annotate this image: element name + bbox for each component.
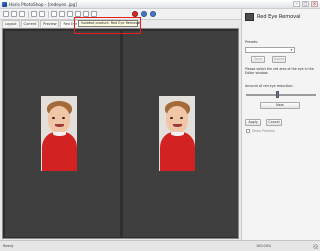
toolbar-separator — [48, 11, 49, 18]
color-icon[interactable] — [91, 11, 97, 17]
photo-face — [48, 106, 70, 133]
open-icon[interactable] — [3, 11, 9, 17]
photo-face — [166, 106, 188, 133]
photo-after — [159, 96, 195, 171]
help-icon[interactable] — [150, 11, 156, 17]
tab-current[interactable]: Current — [20, 20, 40, 27]
resize-grip-icon[interactable] — [313, 244, 318, 249]
after-pane[interactable] — [123, 31, 238, 237]
rotate-icon[interactable] — [75, 11, 81, 17]
minimize-button[interactable]: – — [293, 1, 300, 7]
presets-select[interactable]: ▾ — [245, 47, 295, 53]
app-logo-icon — [2, 2, 7, 7]
app-window: Haris PhotoShop - [redeyes .jpg] – □ × L… — [0, 0, 320, 251]
save-icon[interactable] — [11, 11, 17, 17]
amount-slider-thumb[interactable] — [276, 91, 279, 98]
title-bar: Haris PhotoShop - [redeyes .jpg] – □ × — [0, 0, 320, 9]
status-bar: Ready 100.00% — [0, 240, 320, 251]
amount-label: Amount of red eye reduction: — [245, 84, 294, 88]
photo-collar — [53, 132, 66, 136]
next-button[interactable]: Next — [260, 102, 300, 109]
delete-preset-button[interactable]: Delete — [272, 56, 286, 63]
show-preview-label: Show Preview — [252, 129, 275, 133]
photo-eye-left[interactable] — [52, 117, 55, 119]
photo-shirt — [160, 132, 195, 171]
photo-eye-right[interactable] — [62, 117, 65, 119]
cancel-button[interactable]: Cancel — [266, 119, 282, 126]
brush-icon[interactable] — [83, 11, 89, 17]
photo-eye-right — [180, 117, 183, 119]
photo-mouth — [55, 124, 64, 127]
red-eye-icon[interactable] — [132, 11, 138, 17]
save-preset-button[interactable]: Save — [251, 56, 265, 63]
photo-collar — [171, 132, 184, 136]
print-icon[interactable] — [19, 11, 25, 17]
close-button[interactable]: × — [311, 1, 318, 7]
window-title: Haris PhotoShop - [redeyes .jpg] — [9, 2, 77, 7]
info-icon[interactable] — [141, 11, 147, 17]
show-preview-checkbox[interactable] — [246, 129, 250, 133]
maximize-button[interactable]: □ — [302, 1, 309, 7]
toolbar-separator — [28, 11, 29, 18]
panel-header: Red Eye Removal — [245, 12, 319, 23]
red-eye-panel: Red Eye Removal Presets: ▾ Save Delete P… — [241, 9, 320, 240]
photo-mouth — [173, 124, 182, 127]
red-eye-panel-icon — [245, 13, 254, 21]
undo-icon[interactable] — [31, 11, 37, 17]
apply-button[interactable]: Apply — [245, 119, 261, 126]
instruction-text: Please select the red area of the eye in… — [245, 67, 314, 75]
before-pane[interactable] — [5, 31, 120, 237]
editor-canvas[interactable] — [2, 28, 239, 239]
photo-shirt — [42, 132, 77, 171]
photo-eye-left — [170, 117, 173, 119]
tab-layout[interactable]: Layout — [2, 20, 20, 27]
redo-icon[interactable] — [39, 11, 45, 17]
status-text: Ready — [3, 244, 14, 248]
crop-icon[interactable] — [67, 11, 73, 17]
tab-preview[interactable]: Preview — [40, 20, 60, 27]
presets-label: Presets: — [245, 40, 259, 44]
zoom-level: 100.00% — [256, 244, 272, 248]
chevron-down-icon[interactable]: ▾ — [289, 48, 294, 52]
zoom-in-icon[interactable] — [51, 11, 57, 17]
panel-title: Red Eye Removal — [257, 14, 301, 20]
photo-before[interactable] — [41, 96, 77, 171]
amount-slider-track[interactable] — [246, 94, 316, 96]
zoom-out-icon[interactable] — [59, 11, 65, 17]
tooltip: Isolated product: Red Eye Removal — [78, 20, 140, 27]
